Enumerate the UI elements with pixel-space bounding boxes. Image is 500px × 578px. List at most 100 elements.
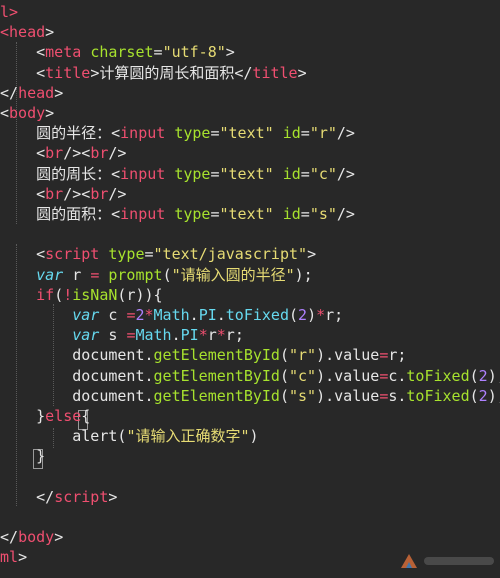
code-token: > (108, 487, 118, 506)
code-token: 2 (478, 366, 488, 385)
code-token: body (18, 528, 55, 547)
code-token: br (90, 144, 109, 163)
code-token: /> (108, 144, 127, 163)
code-line[interactable]: <script type="text/javascript"> (0, 244, 316, 264)
code-line[interactable]: <br/><br/> (0, 143, 126, 163)
code-editor[interactable]: l> <head> <meta charset="utf-8"> <title>计… (0, 0, 500, 578)
code-token: < (0, 104, 10, 122)
code-token: id (282, 205, 301, 223)
code-token: getElementById (153, 346, 280, 365)
code-token: type (108, 245, 145, 264)
code-line[interactable]: } (0, 446, 45, 466)
code-line[interactable]: <br/><br/> (0, 184, 126, 204)
code-token: "请输入正确数字" (126, 427, 250, 446)
code-token: ). (316, 346, 335, 365)
code-token: ( (279, 386, 289, 405)
watermark-logo-icon (401, 554, 417, 568)
code-line[interactable]: </body> (0, 527, 63, 547)
code-token: getElementById (153, 366, 280, 385)
code-line[interactable]: </head> (0, 83, 63, 103)
code-token: * (198, 326, 208, 345)
code-token: toFixed (406, 386, 470, 405)
code-token: </ (0, 487, 55, 506)
code-token: getElementById (153, 386, 280, 405)
code-token: ( (54, 285, 64, 304)
code-token: r (225, 326, 235, 345)
code-line[interactable]: }else{ (0, 406, 90, 426)
code-token: . (189, 306, 199, 324)
code-token: = (300, 124, 310, 143)
code-token: > (297, 63, 307, 82)
code-token: = (210, 124, 220, 143)
code-line[interactable]: l> (0, 2, 18, 22)
code-token: value (334, 386, 380, 405)
code-token: ; (234, 326, 244, 345)
code-line[interactable]: <body> (0, 103, 54, 123)
code-token: id (282, 164, 301, 183)
code-token: script (54, 487, 109, 506)
code-token: 圆的周长： (0, 164, 112, 183)
code-line[interactable]: var s =Math.PI*r*r; (0, 325, 244, 345)
code-line[interactable]: 圆的周长：<input type="text" id="c"/> (0, 164, 355, 184)
code-token: Math (153, 306, 190, 324)
code-token: } (36, 407, 46, 425)
code-token: type (174, 124, 211, 143)
code-token: ); (487, 366, 500, 385)
code-token: "c" (309, 164, 337, 183)
code-line[interactable]: ml> (0, 547, 27, 567)
code-token: document (72, 346, 145, 365)
code-line[interactable]: </script> (0, 487, 117, 507)
code-token: . (171, 326, 181, 345)
code-token: 计算圆的周长和面积 (99, 63, 235, 82)
code-token: > (225, 43, 235, 62)
code-token: />< (63, 144, 91, 163)
code-line[interactable]: <head> (0, 22, 54, 42)
code-line[interactable]: alert("请输入正确数字") (0, 426, 258, 446)
code-line[interactable]: <meta charset="utf-8"> (0, 42, 235, 62)
code-token: br (45, 144, 64, 163)
code-token: 圆的面积： (0, 205, 112, 223)
code-line[interactable]: document.getElementById("r").value=r; (0, 345, 406, 365)
code-token: "utf-8" (162, 43, 226, 62)
code-token: ( (279, 366, 289, 385)
code-line[interactable]: var c =2*Math.PI.toFixed(2)*r; (0, 305, 343, 325)
code-token: = (300, 205, 310, 223)
code-token: = (210, 205, 220, 223)
code-line[interactable]: var r = prompt("请输入圆的半径"); (0, 265, 313, 285)
code-line[interactable]: 圆的面积：<input type="text" id="s"/> (0, 204, 355, 224)
code-token: type (174, 164, 211, 183)
code-token: prompt (108, 265, 163, 284)
code-line[interactable]: <title>计算圆的周长和面积</title> (0, 63, 307, 83)
code-line[interactable]: 圆的半径：<input type="text" id="r"/> (0, 123, 355, 143)
code-token: <head (0, 23, 46, 42)
code-token: ) (307, 306, 317, 324)
code-line[interactable]: if(!isNaN(r)){ (0, 285, 162, 305)
code-token: /> (336, 164, 355, 183)
code-token: 2 (135, 306, 145, 324)
code-line[interactable]: document.getElementById("s").value=s.toF… (0, 386, 500, 406)
code-token: . (144, 366, 154, 385)
code-token: "r" (309, 124, 337, 143)
code-token: > (54, 83, 64, 102)
code-token: title (252, 63, 298, 82)
watermark-blur (424, 557, 494, 565)
code-token: if (36, 285, 55, 304)
code-token: = (144, 245, 154, 264)
code-token: input (120, 124, 166, 143)
code-token: var (72, 326, 100, 345)
code-line[interactable]: document.getElementById("c").value=c.toF… (0, 366, 500, 386)
code-token: script (45, 245, 100, 264)
code-token: "text" (219, 205, 274, 223)
